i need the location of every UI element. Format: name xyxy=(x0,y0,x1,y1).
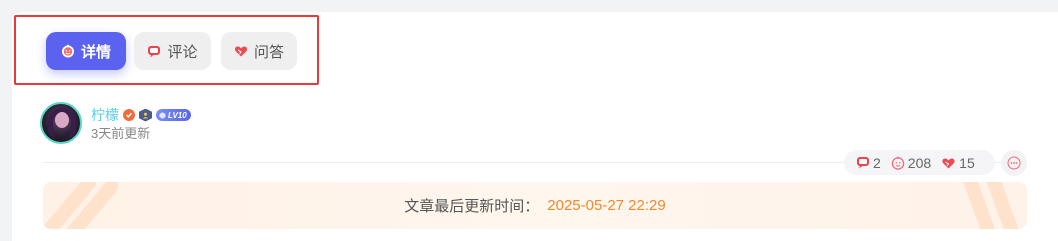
tab-qa-label: 问答 xyxy=(253,43,284,61)
comment-icon xyxy=(857,157,869,169)
last-updated-label: 文章最后更新时间： xyxy=(404,198,540,215)
hexagon-icon xyxy=(159,111,166,119)
like-count-value: 15 xyxy=(959,154,975,171)
author-block: 柠檬 LV10 3天前更新 xyxy=(40,102,191,144)
level-badge: LV10 xyxy=(156,109,191,121)
smiley-icon xyxy=(891,156,905,170)
verified-icon xyxy=(123,109,135,121)
like-count[interactable]: 15 xyxy=(941,155,975,171)
comment-count-value: 2 xyxy=(873,154,881,171)
comment-count[interactable]: 2 xyxy=(856,155,881,171)
user-badge-icon xyxy=(139,108,152,122)
heart-icon xyxy=(942,157,955,168)
tab-details-label: 详情 xyxy=(80,43,111,61)
author-name[interactable]: 柠檬 xyxy=(91,105,119,125)
more-icon xyxy=(1007,156,1021,170)
comment-icon xyxy=(147,44,161,58)
tab-details[interactable]: 详情 xyxy=(46,32,126,70)
view-count: 208 xyxy=(891,155,931,171)
level-text: LV10 xyxy=(168,110,187,120)
avatar[interactable] xyxy=(40,102,82,144)
tab-comments[interactable]: 评论 xyxy=(134,32,211,70)
tab-comments-label: 评论 xyxy=(167,43,198,61)
view-count-value: 208 xyxy=(907,154,932,171)
heart-icon xyxy=(234,44,248,58)
last-updated-value: 2025-05-27 22:29 xyxy=(547,197,666,214)
tab-qa[interactable]: 问答 xyxy=(221,32,297,70)
post-stats: 2 208 15 xyxy=(844,150,995,175)
more-options-button[interactable] xyxy=(1001,150,1027,176)
update-time: 3天前更新 xyxy=(91,126,151,141)
last-updated-banner: 文章最后更新时间： 2025-05-27 22:29 xyxy=(43,182,1027,229)
smiley-icon xyxy=(61,44,75,58)
